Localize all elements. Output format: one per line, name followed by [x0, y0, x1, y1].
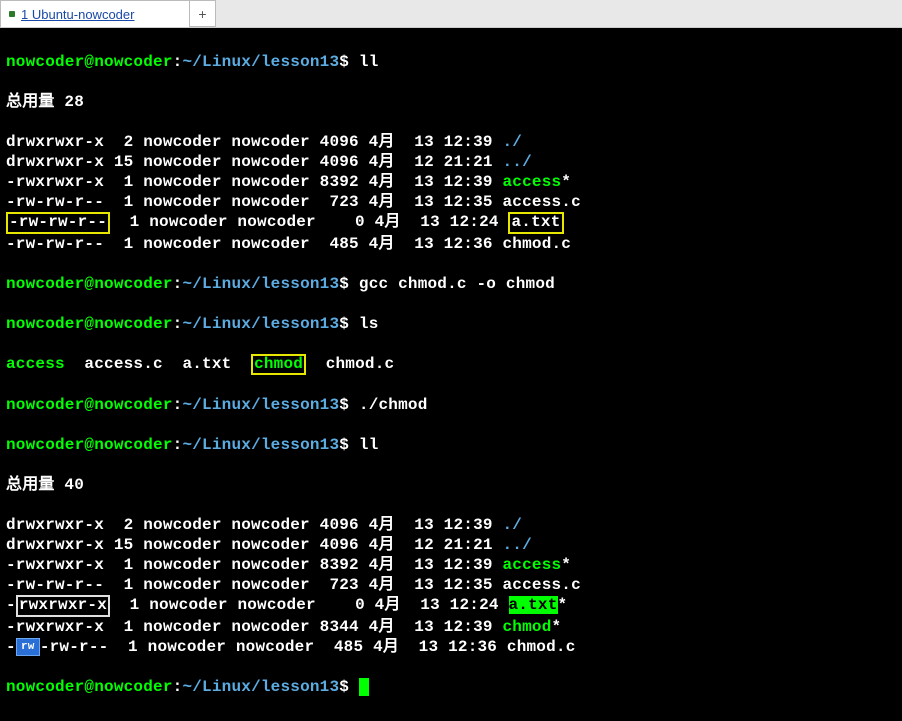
tab-active-icon: [9, 11, 15, 17]
prompt-line: nowcoder@nowcoder:~/Linux/lesson13$ ll: [6, 52, 896, 72]
total-line: 总用量 40: [6, 475, 896, 495]
file-name: ./: [502, 516, 522, 534]
file-row: -rwxrwxr-x 1 nowcoder nowcoder 8344 4月 1…: [6, 617, 896, 637]
highlight-perm: rwxrwxr-x: [16, 595, 110, 617]
file-row: -rw-rw-r-- 1 nowcoder nowcoder 723 4月 13…: [6, 192, 896, 212]
cmd-ll: ll: [359, 436, 379, 454]
file-row: -rwxrwxr-x 1 nowcoder nowcoder 0 4月 13 1…: [6, 595, 896, 617]
prompt-line: nowcoder@nowcoder:~/Linux/lesson13$ gcc …: [6, 274, 896, 294]
cmd-ll: ll: [359, 53, 379, 71]
prompt-line: nowcoder@nowcoder:~/Linux/lesson13$ ll: [6, 435, 896, 455]
tab-ubuntu[interactable]: 1 Ubuntu-nowcoder: [0, 0, 190, 27]
prompt-line: nowcoder@nowcoder:~/Linux/lesson13$ ls: [6, 314, 896, 334]
add-tab-button[interactable]: +: [190, 0, 216, 27]
prompt-line: nowcoder@nowcoder:~/Linux/lesson13$ ./ch…: [6, 395, 896, 415]
file-row: drwxrwxr-x 15 nowcoder nowcoder 4096 4月 …: [6, 535, 896, 555]
ls-output: access access.c a.txt chmod chmod.c: [6, 354, 896, 376]
file-name: access: [502, 556, 561, 574]
file-name: ../: [502, 536, 531, 554]
file-row: drwxrwxr-x 2 nowcoder nowcoder 4096 4月 1…: [6, 515, 896, 535]
file-name: access.c: [502, 193, 580, 211]
file-row: drwxrwxr-x 2 nowcoder nowcoder 4096 4月 1…: [6, 132, 896, 152]
total-line: 总用量 28: [6, 92, 896, 112]
cursor-icon: [359, 678, 369, 696]
file-name: access: [502, 173, 561, 191]
tab-title: 1 Ubuntu-nowcoder: [21, 7, 134, 22]
file-name: a.txt: [509, 596, 558, 614]
file-row: -rw-rw-r-- 1 nowcoder nowcoder 723 4月 13…: [6, 575, 896, 595]
file-name: chmod.c: [502, 235, 571, 253]
highlight-chmod: chmod: [251, 354, 306, 376]
highlight-name: a.txt: [508, 212, 563, 234]
file-row: -rw-rw-r-- 1 nowcoder nowcoder 0 4月 13 1…: [6, 212, 896, 234]
watermark-icon: rw: [16, 638, 40, 656]
prompt-path: ~/Linux/lesson13: [182, 53, 339, 71]
file-name: chmod: [502, 618, 551, 636]
cmd-gcc: gcc chmod.c -o chmod: [359, 275, 555, 293]
file-name: chmod.c: [507, 638, 576, 656]
file-name: ../: [502, 153, 531, 171]
prompt-user: nowcoder@nowcoder: [6, 53, 173, 71]
prompt-line: nowcoder@nowcoder:~/Linux/lesson13$: [6, 677, 896, 697]
plus-icon: +: [198, 6, 206, 22]
file-row: -rwxrwxr-x 1 nowcoder nowcoder 8392 4月 1…: [6, 172, 896, 192]
terminal-output[interactable]: nowcoder@nowcoder:~/Linux/lesson13$ ll 总…: [0, 28, 902, 721]
file-row: drwxrwxr-x 15 nowcoder nowcoder 4096 4月 …: [6, 152, 896, 172]
tab-bar: 1 Ubuntu-nowcoder +: [0, 0, 902, 28]
cmd-ls: ls: [359, 315, 379, 333]
cmd-run: ./chmod: [359, 396, 428, 414]
file-row: -rw-rw-r-- 1 nowcoder nowcoder 485 4月 13…: [6, 637, 896, 657]
file-name: ./: [502, 133, 522, 151]
file-row: -rwxrwxr-x 1 nowcoder nowcoder 8392 4月 1…: [6, 555, 896, 575]
highlight-perm: -rw-rw-r--: [6, 212, 110, 234]
file-row: -rw-rw-r-- 1 nowcoder nowcoder 485 4月 13…: [6, 234, 896, 254]
file-name: access.c: [502, 576, 580, 594]
